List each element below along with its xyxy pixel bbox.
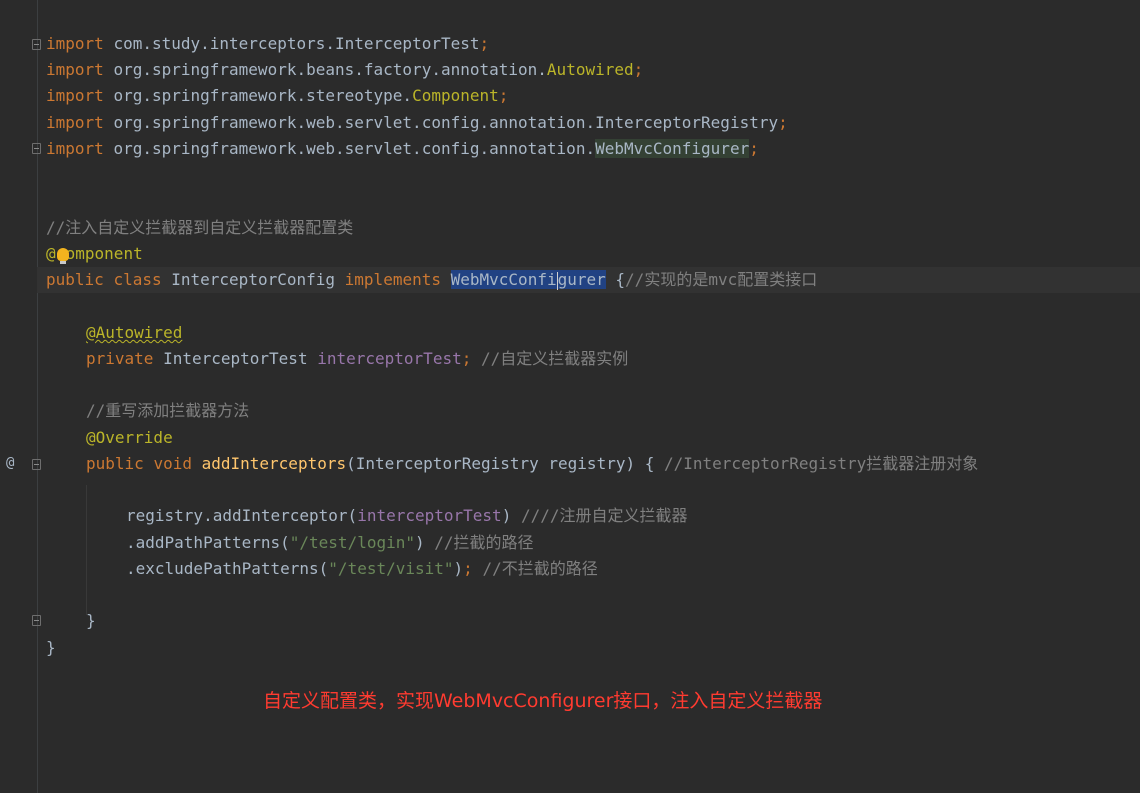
interface-name-part: WebMvcConfi: [450, 270, 557, 289]
call-text: .addPathPatterns(: [126, 533, 290, 552]
inline-comment: //自定义拦截器实例: [481, 349, 629, 368]
override-gutter-icon[interactable]: @: [6, 455, 14, 471]
import-path: org.springframework.web.servlet.config.a…: [113, 113, 596, 132]
semicolon: ;: [749, 139, 759, 158]
import-keyword: import: [46, 113, 104, 132]
override-text: @Override: [86, 428, 173, 447]
lightbulb-base: [60, 261, 66, 264]
import-keyword: import: [46, 86, 104, 105]
body-line[interactable]: registry.addInterceptor(interceptorTest)…: [126, 505, 688, 527]
call-close: ): [501, 506, 512, 525]
method-params: (InterceptorRegistry registry) {: [346, 454, 655, 473]
inline-comment: ////注册自定义拦截器: [520, 506, 688, 525]
method-name: addInterceptors: [201, 454, 347, 473]
method-declaration[interactable]: public void addInterceptors(InterceptorR…: [86, 453, 978, 475]
field-declaration[interactable]: private InterceptorTest interceptorTest;…: [86, 348, 628, 370]
class-comment[interactable]: //注入自定义拦截器到自定义拦截器配置类: [46, 217, 353, 239]
override-annotation[interactable]: @Override: [86, 427, 173, 449]
import-keyword: import: [46, 60, 104, 79]
inline-comment: //不拦截的路径: [482, 559, 598, 578]
public-keyword: public: [86, 454, 144, 473]
call-close: ): [415, 533, 425, 552]
class-close-brace[interactable]: }: [46, 637, 56, 659]
import-keyword: import: [46, 34, 104, 53]
inline-comment: //实现的是mvc配置类接口: [625, 270, 818, 289]
import-path: org.springframework.web.servlet.config.a…: [113, 139, 596, 158]
lightbulb-icon[interactable]: [57, 248, 69, 261]
indent-guide: [86, 485, 87, 615]
import-path: com.study.interceptors.: [113, 34, 335, 53]
fold-marker-icon[interactable]: [32, 143, 41, 154]
semicolon: ;: [463, 559, 473, 578]
editor-gutter[interactable]: [0, 0, 38, 793]
fold-marker-icon[interactable]: [32, 459, 41, 470]
string-literal: "/test/visit": [328, 559, 454, 578]
method-close-brace[interactable]: }: [86, 610, 96, 632]
void-keyword: void: [153, 454, 192, 473]
call-text: .excludePathPatterns(: [126, 559, 329, 578]
open-brace: {: [615, 270, 626, 289]
code-editor[interactable]: @ import com.study.interceptors.Intercep…: [0, 0, 1140, 793]
private-keyword: private: [86, 349, 154, 368]
import-path: org.springframework.beans.factory.annota…: [113, 60, 547, 79]
import-line[interactable]: import org.springframework.stereotype.Co…: [46, 85, 508, 107]
string-literal: "/test/login": [289, 533, 415, 552]
semicolon: ;: [778, 113, 788, 132]
public-keyword: public: [46, 270, 104, 289]
call-argument: interceptorTest: [357, 506, 502, 525]
inline-comment: //InterceptorRegistry拦截器注册对象: [664, 454, 979, 473]
class-declaration[interactable]: public class InterceptorConfig implement…: [46, 269, 817, 291]
import-name: Component: [412, 86, 499, 105]
fold-marker-icon[interactable]: [32, 615, 41, 626]
method-comment[interactable]: //重写添加拦截器方法: [86, 400, 249, 422]
import-line[interactable]: import com.study.interceptors.Intercepto…: [46, 33, 489, 55]
import-keyword: import: [46, 139, 104, 158]
import-line[interactable]: import org.springframework.web.servlet.c…: [46, 138, 759, 160]
semicolon: ;: [461, 349, 472, 368]
semicolon: ;: [633, 60, 644, 79]
body-line[interactable]: .addPathPatterns("/test/login") //拦截的路径: [126, 532, 534, 554]
import-name: InterceptorTest: [335, 34, 480, 53]
implements-keyword: implements: [344, 270, 441, 289]
class-name: InterceptorConfig: [171, 270, 336, 289]
import-line[interactable]: import org.springframework.beans.factory…: [46, 59, 643, 81]
semicolon: ;: [498, 86, 509, 105]
field-name: interceptorTest: [317, 349, 462, 368]
annotation-name: omponent: [65, 244, 143, 263]
selected-interface[interactable]: WebMvcConfigurer: [450, 270, 606, 290]
interface-name-part: gurer: [557, 270, 606, 289]
fold-marker-icon[interactable]: [32, 39, 41, 50]
semicolon: ;: [479, 34, 490, 53]
inline-comment: //拦截的路径: [434, 533, 534, 552]
field-type: InterceptorTest: [163, 349, 308, 368]
call-close: ): [453, 559, 464, 578]
import-name: Autowired: [546, 60, 634, 79]
call-text: registry.addInterceptor(: [126, 506, 358, 525]
import-line[interactable]: import org.springframework.web.servlet.c…: [46, 112, 788, 134]
annotation-caption: 自定义配置类，实现WebMvcConfigurer接口，注入自定义拦截器: [263, 690, 823, 712]
annotation-at: @: [46, 244, 56, 263]
import-name: InterceptorRegistry: [595, 113, 779, 132]
body-line[interactable]: .excludePathPatterns("/test/visit"); //不…: [126, 558, 598, 580]
import-name-highlighted: WebMvcConfigurer: [595, 139, 750, 158]
class-keyword: class: [113, 270, 162, 289]
autowired-text: @Autowired: [86, 323, 183, 342]
autowired-annotation[interactable]: @Autowired: [86, 322, 182, 344]
import-path: org.springframework.stereotype.: [113, 86, 413, 105]
